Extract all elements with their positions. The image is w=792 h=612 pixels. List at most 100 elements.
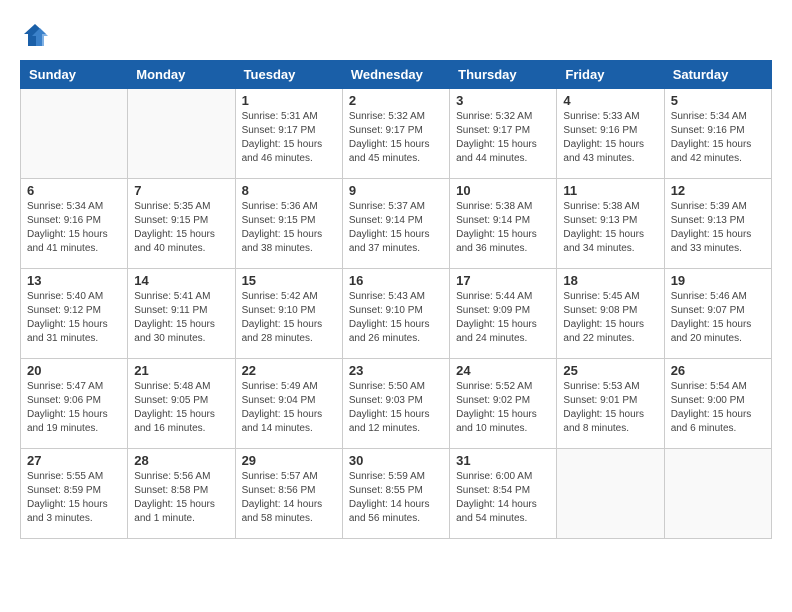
day-info: Sunrise: 5:41 AM Sunset: 9:11 PM Dayligh… — [134, 290, 228, 346]
day-info: Sunrise: 5:53 AM Sunset: 9:01 PM Dayligh… — [563, 380, 657, 436]
day-number: 17 — [456, 273, 550, 288]
day-number: 9 — [349, 183, 443, 198]
day-info: Sunrise: 5:59 AM Sunset: 8:55 PM Dayligh… — [349, 470, 443, 526]
calendar-cell: 20 Sunrise: 5:47 AM Sunset: 9:06 PM Dayli… — [21, 359, 128, 449]
weekday-header-thursday: Thursday — [450, 61, 557, 89]
day-number: 24 — [456, 363, 550, 378]
calendar-cell: 31 Sunrise: 6:00 AM Sunset: 8:54 PM Dayli… — [450, 449, 557, 539]
day-number: 18 — [563, 273, 657, 288]
calendar-cell: 6 Sunrise: 5:34 AM Sunset: 9:16 PM Daylig… — [21, 179, 128, 269]
day-info: Sunrise: 5:35 AM Sunset: 9:15 PM Dayligh… — [134, 200, 228, 256]
day-number: 4 — [563, 93, 657, 108]
day-number: 15 — [242, 273, 336, 288]
day-info: Sunrise: 5:48 AM Sunset: 9:05 PM Dayligh… — [134, 380, 228, 436]
day-number: 7 — [134, 183, 228, 198]
day-info: Sunrise: 5:55 AM Sunset: 8:59 PM Dayligh… — [27, 470, 121, 526]
page-header — [20, 20, 772, 50]
calendar-cell: 26 Sunrise: 5:54 AM Sunset: 9:00 PM Dayli… — [664, 359, 771, 449]
calendar-week-5: 27 Sunrise: 5:55 AM Sunset: 8:59 PM Dayli… — [21, 449, 772, 539]
day-info: Sunrise: 5:43 AM Sunset: 9:10 PM Dayligh… — [349, 290, 443, 346]
day-info: Sunrise: 5:38 AM Sunset: 9:14 PM Dayligh… — [456, 200, 550, 256]
day-number: 21 — [134, 363, 228, 378]
calendar-cell: 27 Sunrise: 5:55 AM Sunset: 8:59 PM Dayli… — [21, 449, 128, 539]
day-info: Sunrise: 5:34 AM Sunset: 9:16 PM Dayligh… — [671, 110, 765, 166]
calendar-cell: 2 Sunrise: 5:32 AM Sunset: 9:17 PM Daylig… — [342, 89, 449, 179]
day-info: Sunrise: 5:36 AM Sunset: 9:15 PM Dayligh… — [242, 200, 336, 256]
weekday-header-tuesday: Tuesday — [235, 61, 342, 89]
weekday-header-sunday: Sunday — [21, 61, 128, 89]
logo — [20, 20, 54, 50]
calendar-cell — [664, 449, 771, 539]
calendar-cell: 28 Sunrise: 5:56 AM Sunset: 8:58 PM Dayli… — [128, 449, 235, 539]
weekday-header-row: SundayMondayTuesdayWednesdayThursdayFrid… — [21, 61, 772, 89]
day-number: 8 — [242, 183, 336, 198]
day-info: Sunrise: 5:37 AM Sunset: 9:14 PM Dayligh… — [349, 200, 443, 256]
day-info: Sunrise: 5:46 AM Sunset: 9:07 PM Dayligh… — [671, 290, 765, 346]
calendar-cell: 8 Sunrise: 5:36 AM Sunset: 9:15 PM Daylig… — [235, 179, 342, 269]
weekday-header-friday: Friday — [557, 61, 664, 89]
calendar-cell: 18Sunrise: 5:45 AM Sunset: 9:08 PM Dayli… — [557, 269, 664, 359]
calendar-cell: 10 Sunrise: 5:38 AM Sunset: 9:14 PM Dayli… — [450, 179, 557, 269]
day-info: Sunrise: 5:39 AM Sunset: 9:13 PM Dayligh… — [671, 200, 765, 256]
day-number: 20 — [27, 363, 121, 378]
day-number: 2 — [349, 93, 443, 108]
day-number: 14 — [134, 273, 228, 288]
calendar-cell: 22 Sunrise: 5:49 AM Sunset: 9:04 PM Dayli… — [235, 359, 342, 449]
day-number: 19 — [671, 273, 765, 288]
calendar-cell — [128, 89, 235, 179]
day-info: Sunrise: 5:50 AM Sunset: 9:03 PM Dayligh… — [349, 380, 443, 436]
day-info: Sunrise: 6:00 AM Sunset: 8:54 PM Dayligh… — [456, 470, 550, 526]
day-info: Sunrise: 5:54 AM Sunset: 9:00 PM Dayligh… — [671, 380, 765, 436]
calendar-cell: 9 Sunrise: 5:37 AM Sunset: 9:14 PM Daylig… — [342, 179, 449, 269]
calendar-cell: 29Sunrise: 5:57 AM Sunset: 8:56 PM Dayli… — [235, 449, 342, 539]
day-number: 23 — [349, 363, 443, 378]
day-info: Sunrise: 5:49 AM Sunset: 9:04 PM Dayligh… — [242, 380, 336, 436]
weekday-header-monday: Monday — [128, 61, 235, 89]
calendar-cell: 7 Sunrise: 5:35 AM Sunset: 9:15 PM Daylig… — [128, 179, 235, 269]
calendar-week-4: 20 Sunrise: 5:47 AM Sunset: 9:06 PM Dayli… — [21, 359, 772, 449]
day-info: Sunrise: 5:33 AM Sunset: 9:16 PM Dayligh… — [563, 110, 657, 166]
calendar-cell: 5 Sunrise: 5:34 AM Sunset: 9:16 PM Daylig… — [664, 89, 771, 179]
weekday-header-saturday: Saturday — [664, 61, 771, 89]
day-number: 26 — [671, 363, 765, 378]
day-info: Sunrise: 5:42 AM Sunset: 9:10 PM Dayligh… — [242, 290, 336, 346]
calendar-cell: 15 Sunrise: 5:42 AM Sunset: 9:10 PM Dayli… — [235, 269, 342, 359]
calendar-cell: 23 Sunrise: 5:50 AM Sunset: 9:03 PM Dayli… — [342, 359, 449, 449]
day-number: 25 — [563, 363, 657, 378]
day-number: 29 — [242, 453, 336, 468]
calendar-cell: 14 Sunrise: 5:41 AM Sunset: 9:11 PM Dayli… — [128, 269, 235, 359]
day-info: Sunrise: 5:38 AM Sunset: 9:13 PM Dayligh… — [563, 200, 657, 256]
calendar-cell: 24Sunrise: 5:52 AM Sunset: 9:02 PM Dayli… — [450, 359, 557, 449]
calendar-cell: 16 Sunrise: 5:43 AM Sunset: 9:10 PM Dayli… — [342, 269, 449, 359]
day-info: Sunrise: 5:47 AM Sunset: 9:06 PM Dayligh… — [27, 380, 121, 436]
day-number: 3 — [456, 93, 550, 108]
calendar-cell: 25 Sunrise: 5:53 AM Sunset: 9:01 PM Dayli… — [557, 359, 664, 449]
calendar-week-3: 13 Sunrise: 5:40 AM Sunset: 9:12 PM Dayli… — [21, 269, 772, 359]
day-info: Sunrise: 5:40 AM Sunset: 9:12 PM Dayligh… — [27, 290, 121, 346]
calendar-cell: 19 Sunrise: 5:46 AM Sunset: 9:07 PM Dayli… — [664, 269, 771, 359]
day-info: Sunrise: 5:34 AM Sunset: 9:16 PM Dayligh… — [27, 200, 121, 256]
day-number: 10 — [456, 183, 550, 198]
calendar-cell: 12 Sunrise: 5:39 AM Sunset: 9:13 PM Dayli… — [664, 179, 771, 269]
day-info: Sunrise: 5:31 AM Sunset: 9:17 PM Dayligh… — [242, 110, 336, 166]
day-number: 22 — [242, 363, 336, 378]
calendar-week-2: 6 Sunrise: 5:34 AM Sunset: 9:16 PM Daylig… — [21, 179, 772, 269]
day-number: 16 — [349, 273, 443, 288]
day-number: 28 — [134, 453, 228, 468]
day-number: 11 — [563, 183, 657, 198]
day-number: 31 — [456, 453, 550, 468]
day-number: 1 — [242, 93, 336, 108]
calendar-cell: 21 Sunrise: 5:48 AM Sunset: 9:05 PM Dayli… — [128, 359, 235, 449]
day-info: Sunrise: 5:56 AM Sunset: 8:58 PM Dayligh… — [134, 470, 228, 526]
day-number: 12 — [671, 183, 765, 198]
day-number: 5 — [671, 93, 765, 108]
day-number: 6 — [27, 183, 121, 198]
day-info: Sunrise: 5:32 AM Sunset: 9:17 PM Dayligh… — [456, 110, 550, 166]
calendar-cell: 4 Sunrise: 5:33 AM Sunset: 9:16 PM Daylig… — [557, 89, 664, 179]
day-number: 30 — [349, 453, 443, 468]
day-info: Sunrise: 5:32 AM Sunset: 9:17 PM Dayligh… — [349, 110, 443, 166]
calendar-cell: 13 Sunrise: 5:40 AM Sunset: 9:12 PM Dayli… — [21, 269, 128, 359]
day-number: 13 — [27, 273, 121, 288]
calendar-cell: 1 Sunrise: 5:31 AM Sunset: 9:17 PM Daylig… — [235, 89, 342, 179]
day-number: 27 — [27, 453, 121, 468]
